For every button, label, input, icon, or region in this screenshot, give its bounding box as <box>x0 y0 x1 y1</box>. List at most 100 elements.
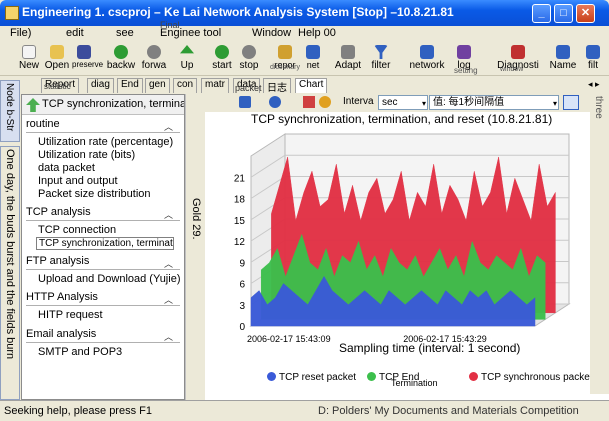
group-divider <box>26 269 180 270</box>
report-icon <box>278 45 292 59</box>
open-button[interactable]: Open <box>42 45 72 75</box>
adapter-icon <box>341 45 355 59</box>
item-utilization-percentage[interactable]: Utilization rate (percentage) <box>38 136 173 148</box>
item-utilization-bits[interactable]: Utilization rate (bits) <box>38 149 135 161</box>
tab-chart[interactable]: Chart <box>295 78 328 93</box>
close-button[interactable]: ✕ <box>576 4 595 23</box>
panel-header[interactable]: TCP synchronization, termination, and re… <box>22 95 184 115</box>
setting-sublabel: setting <box>454 66 478 75</box>
window-title: Engineering 1. cscproj – Ke Lai Network … <box>22 5 454 19</box>
net-button[interactable]: net <box>300 45 326 75</box>
network-button[interactable]: network <box>406 45 448 75</box>
menu-final-label: Final <box>160 20 180 30</box>
menu-bar: File) edit see Enginee tool Final Window… <box>0 20 609 44</box>
value-select[interactable]: 值: 每1秒间隔值 ▾ <box>429 95 559 110</box>
legend-termination-label: Termination <box>391 378 438 388</box>
name-button[interactable]: Name <box>548 45 578 75</box>
y-tick-label: 18 <box>234 195 246 206</box>
y-tick-label: 9 <box>239 258 245 269</box>
y-tick-label: 15 <box>234 216 246 227</box>
group-divider <box>26 132 180 133</box>
item-input-output[interactable]: Input and output <box>38 175 118 187</box>
main-toolbar: New Open preserve backw forwa Up start s… <box>0 44 609 76</box>
group-divider <box>26 305 180 306</box>
app-window: { "window": { "title": "Engineering 1. c… <box>0 0 609 421</box>
item-packet-size[interactable]: Packet size distribution <box>38 188 151 200</box>
up-arrow-icon <box>180 45 194 54</box>
adapter-button[interactable]: Adapt <box>332 45 364 75</box>
group-email[interactable]: Email analysis <box>26 328 96 340</box>
statistic-label: statistic <box>44 82 71 91</box>
group-ftp[interactable]: FTP analysis <box>26 255 89 267</box>
tab-scroll-arrows[interactable]: ◂ ▸ <box>588 79 600 90</box>
y-tick-label: 21 <box>234 173 246 184</box>
group-tcp[interactable]: TCP analysis <box>26 206 91 218</box>
refresh-icon[interactable] <box>269 96 281 108</box>
forward-arrow-icon <box>147 45 161 59</box>
options-icon[interactable] <box>563 95 579 110</box>
new-button[interactable]: New <box>16 45 42 75</box>
x-tick-label: 2006-02-17 15:43:09 <box>247 334 331 344</box>
interval-unit-select[interactable]: sec ▾ <box>378 95 428 110</box>
packet-label: packet <box>235 83 262 93</box>
chart-type-icon[interactable] <box>303 96 315 108</box>
item-data-packet[interactable]: data packet <box>38 162 95 174</box>
item-http-request[interactable]: HITP request <box>38 309 103 321</box>
up-arrow-icon <box>26 98 40 112</box>
forward-button[interactable]: forwa <box>138 45 170 75</box>
node-tab[interactable]: Node b-Str <box>0 80 20 142</box>
window-sublabel: window <box>500 66 524 73</box>
chart-plot: 0369121518212006-02-17 15:43:09 2006-02-1… <box>234 133 571 344</box>
y-tick-label: 3 <box>239 301 245 312</box>
item-tcp-sync-selected[interactable]: TCP synchronization, termination, and re… <box>36 237 174 250</box>
y-tick-label: 6 <box>239 280 245 291</box>
tab-diag[interactable]: diag <box>87 78 114 93</box>
back-button[interactable]: backw <box>104 45 138 75</box>
network-icon <box>420 45 434 59</box>
dictionary-sublabel: dictionary <box>270 64 300 71</box>
chart-toolbar: Interva sec ▾ 值: 每1秒间隔值 ▾ <box>205 94 605 112</box>
item-smtp-pop3[interactable]: SMTP and POP3 <box>38 346 122 358</box>
filter-button[interactable]: filter <box>366 45 396 75</box>
tab-end[interactable]: End <box>117 78 143 93</box>
open-folder-icon <box>50 45 64 59</box>
menu-window[interactable]: Window <box>252 27 291 39</box>
group-divider <box>26 220 180 221</box>
stop-button[interactable]: stop <box>236 45 262 75</box>
preserve-button[interactable]: preserve <box>72 45 103 75</box>
log-icon <box>457 45 471 59</box>
item-upload-download[interactable]: Upload and Download (Yujie) <box>38 273 180 285</box>
name-icon <box>556 45 570 59</box>
minimize-button[interactable]: _ <box>532 4 551 23</box>
status-help-text: Seeking help, please press F1 <box>4 405 152 417</box>
legend-tcp-sync[interactable]: TCP synchronous packet <box>469 372 593 383</box>
status-bar: Seeking help, please press F1 D: Polders… <box>0 400 609 421</box>
up-button[interactable]: Up <box>176 45 198 75</box>
pie-chart-icon[interactable] <box>319 96 331 108</box>
bar-chart-icon[interactable] <box>239 96 251 108</box>
chart-panel: TCP synchronization, termination, and re… <box>205 112 609 400</box>
legend-tcp-reset[interactable]: TCP reset packet <box>267 372 356 383</box>
tab-matr[interactable]: matr <box>201 78 229 93</box>
tab-con[interactable]: con <box>173 78 198 93</box>
item-tcp-connection[interactable]: TCP connection <box>38 224 116 236</box>
start-button[interactable]: start <box>208 45 236 75</box>
poem-tab[interactable]: One day, the buds burst and the fields b… <box>0 146 20 400</box>
stop-icon <box>242 45 256 59</box>
group-divider <box>26 342 180 343</box>
tab-gen[interactable]: gen <box>145 78 170 93</box>
right-side-strip: three <box>590 94 609 394</box>
maximize-button[interactable]: □ <box>554 4 573 23</box>
network-card-icon <box>306 45 320 59</box>
menu-edit[interactable]: edit <box>66 27 84 39</box>
chart-x-axis-label: Sampling time (interval: 1 second) <box>339 341 521 355</box>
menu-view[interactable]: see <box>116 27 134 39</box>
menu-help[interactable]: Help 00 <box>298 27 336 39</box>
tab-log[interactable]: 日志 <box>263 78 291 94</box>
filt-button[interactable]: filt <box>582 45 604 75</box>
menu-file[interactable]: File) <box>10 27 31 39</box>
group-routine[interactable]: routine <box>26 118 60 130</box>
group-http[interactable]: HTTP Analysis <box>26 291 98 303</box>
gold-strip: Gold 29. <box>185 94 205 400</box>
filter-icon <box>374 45 388 59</box>
